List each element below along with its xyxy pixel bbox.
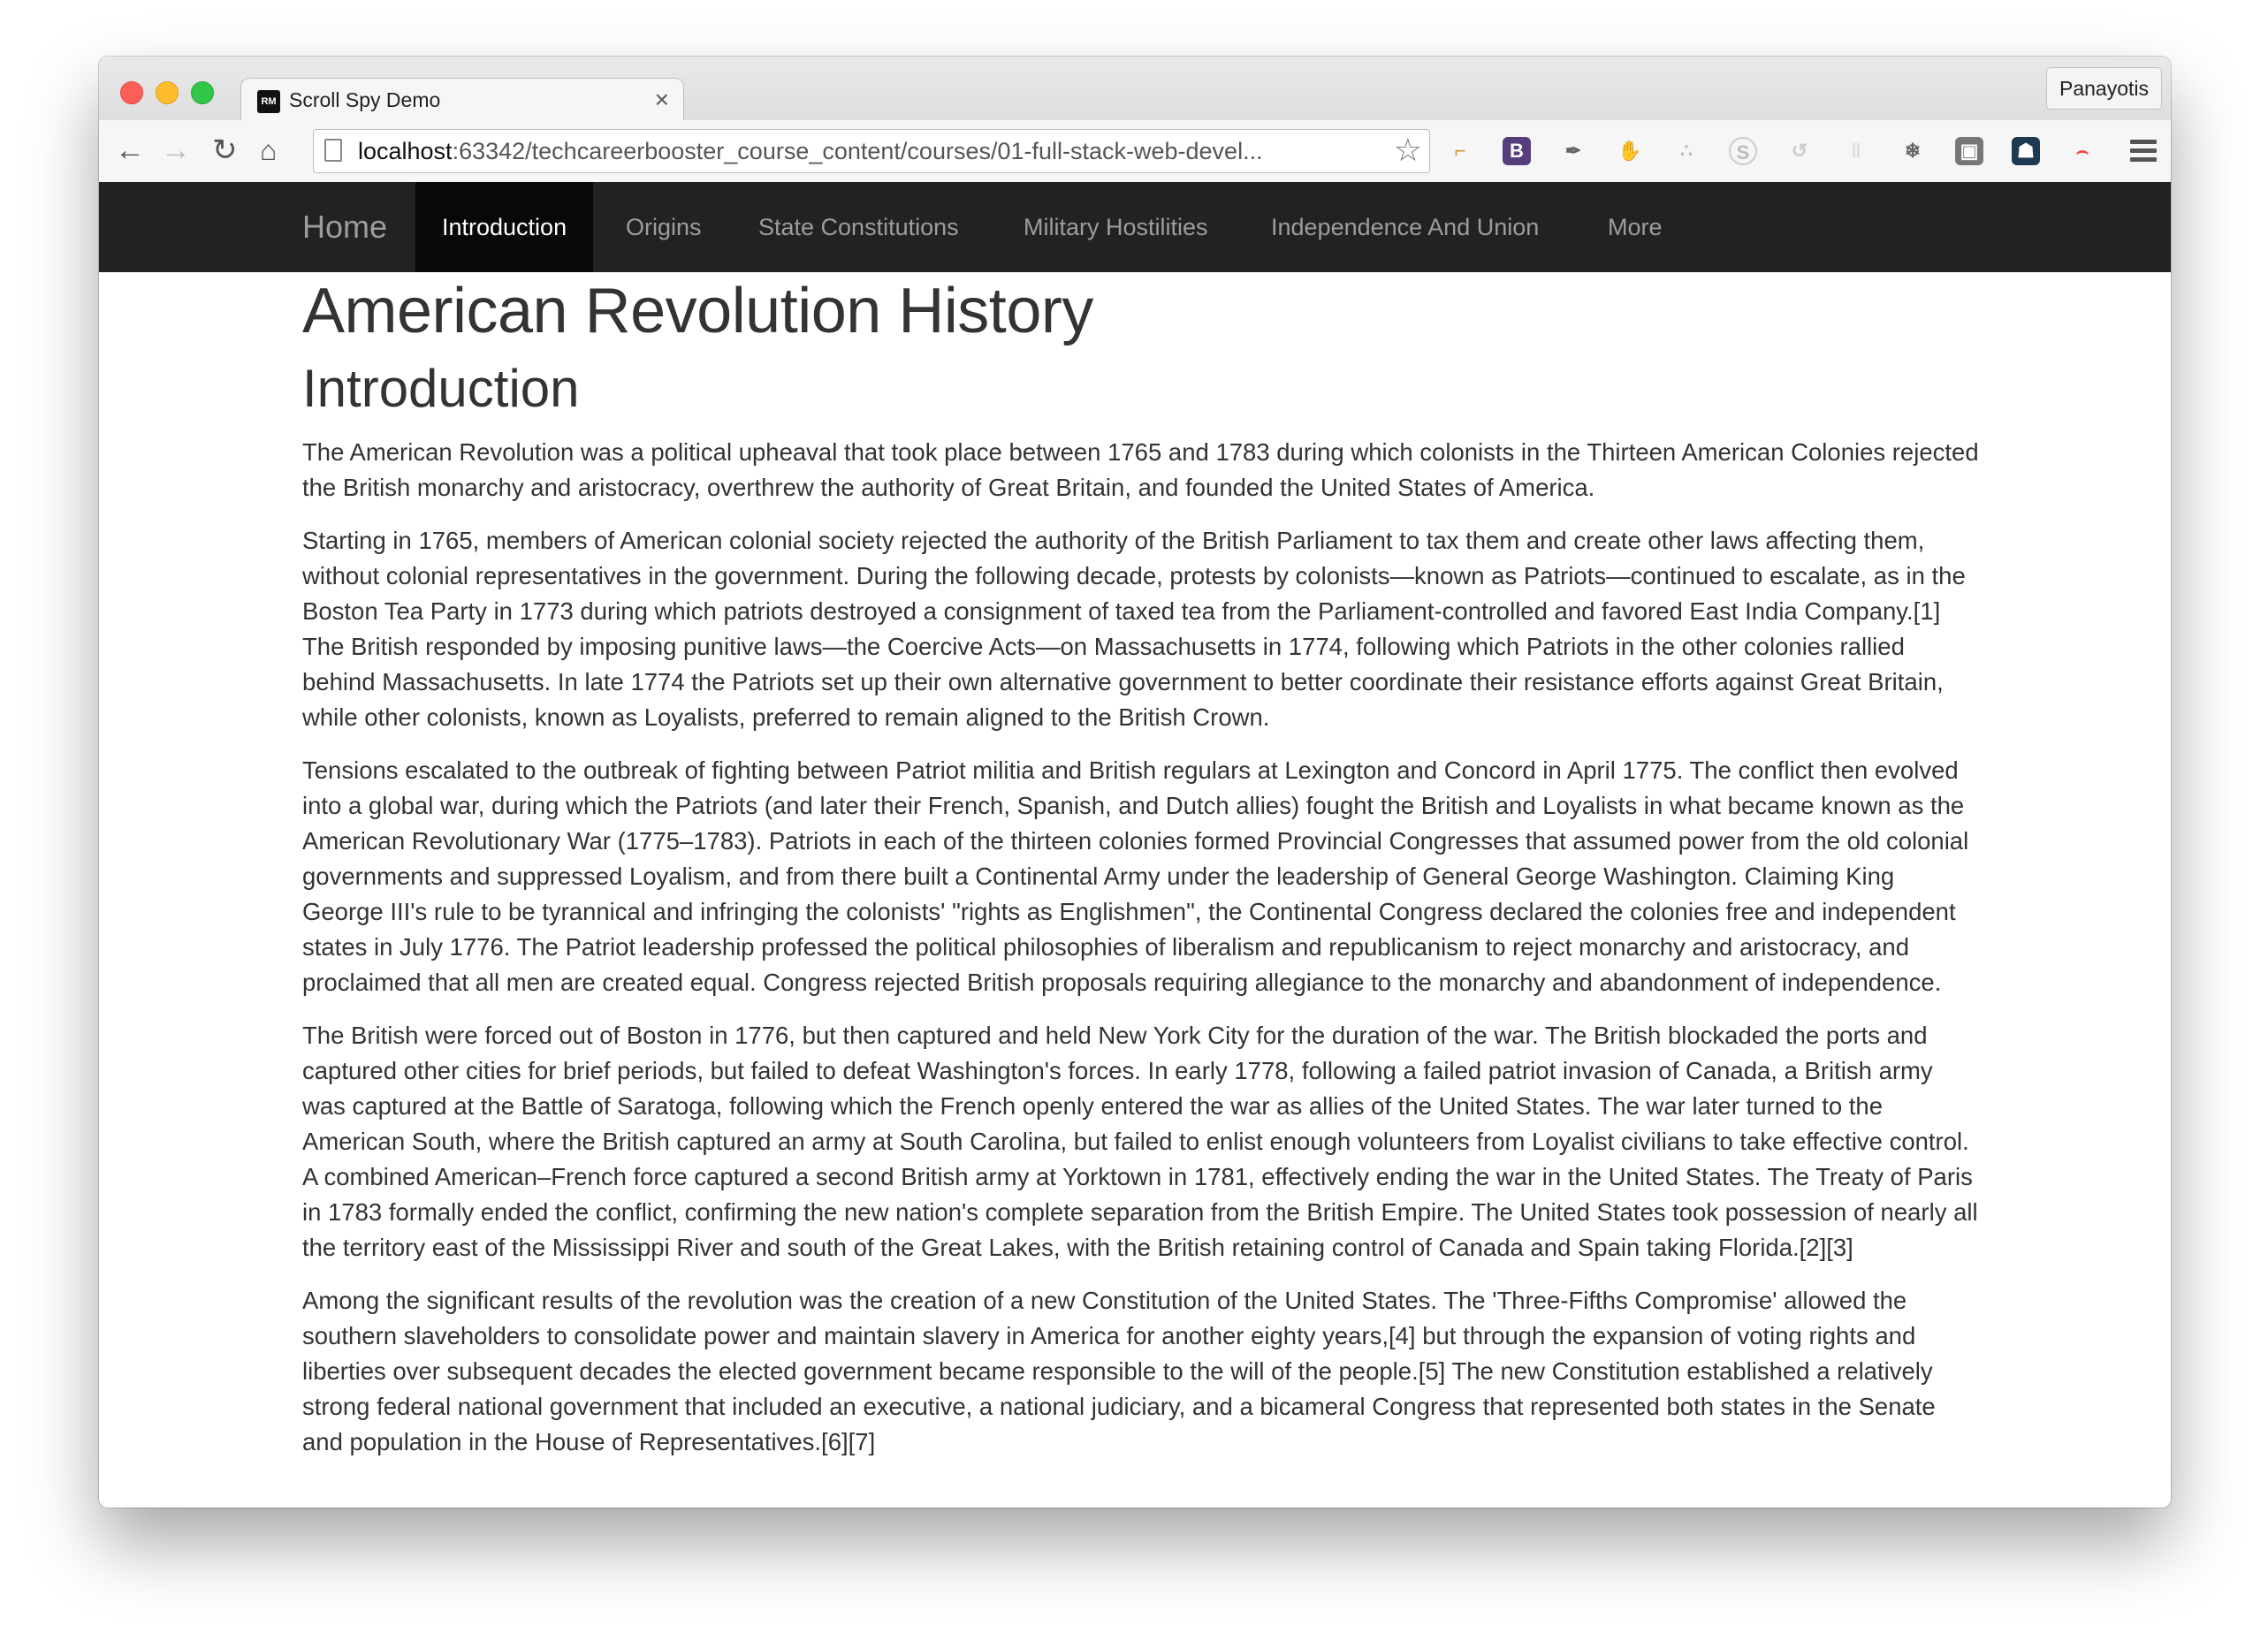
favicon-icon: RM — [257, 90, 280, 113]
url-path: :63342/techcareerbooster_course_content/… — [452, 138, 1263, 164]
page-icon — [324, 139, 342, 162]
tab-strip: RM Scroll Spy Demo × Panayotis — [99, 57, 2171, 123]
nav-item-state-constitutions[interactable]: State Constitutions — [732, 182, 986, 272]
menu-icon[interactable] — [2130, 140, 2157, 166]
bookmark-pin-icon[interactable]: ⌐ — [1446, 137, 1474, 165]
address-bar[interactable]: localhost:63342/techcareerbooster_course… — [313, 129, 1430, 173]
tab-close-icon[interactable]: × — [655, 86, 669, 114]
window-close-button[interactable] — [120, 81, 143, 104]
section-heading-introduction: Introduction — [302, 359, 580, 418]
browser-toolbar: ← → ↻ ⌂ localhost:63342/techcareerbooste… — [99, 120, 2171, 183]
network-icon[interactable]: ∴ — [1672, 137, 1701, 165]
paragraph: Among the significant results of the rev… — [302, 1287, 1936, 1455]
nav-item-more[interactable]: More — [1581, 182, 1689, 272]
home-icon[interactable]: ⌂ — [260, 131, 277, 170]
reload-icon[interactable]: ↻ — [212, 131, 238, 170]
nav-item-military-hostilities[interactable]: Military Hostilities — [997, 182, 1235, 272]
pause-icon[interactable]: ‖ — [1842, 137, 1870, 165]
url-host: localhost — [358, 138, 453, 164]
paragraph: The American Revolution was a political … — [302, 438, 1979, 501]
nav-item-introduction[interactable]: Introduction — [415, 182, 594, 272]
url-text: localhost:63342/techcareerbooster_course… — [358, 138, 1263, 165]
nav-item-origins[interactable]: Origins — [599, 182, 728, 272]
main-content: American Revolution History Introduction… — [302, 272, 1982, 1478]
forward-arrow-icon[interactable]: → — [161, 131, 191, 170]
eyedropper-icon[interactable]: ✒ — [1559, 137, 1587, 165]
navbar-brand-home[interactable]: Home — [302, 182, 387, 272]
paragraph: Starting in 1765, members of American co… — [302, 527, 1966, 731]
page-navbar: Home Introduction Origins State Constitu… — [99, 182, 2171, 272]
profile-button[interactable]: Panayotis — [2045, 67, 2162, 110]
evernote-icon[interactable]: ✋ — [1616, 137, 1644, 165]
skype-icon[interactable]: S — [1729, 137, 1757, 165]
bookmark-star-icon[interactable]: ☆ — [1394, 132, 1422, 169]
back-arrow-icon[interactable]: ← — [115, 131, 145, 170]
nav-item-independence-and-union[interactable]: Independence And Union — [1244, 182, 1565, 272]
window-zoom-button[interactable] — [191, 81, 214, 104]
paragraph: Tensions escalated to the outbreak of fi… — [302, 756, 1969, 996]
sync-icon[interactable]: ↺ — [1785, 137, 1814, 165]
page-title: American Revolution History — [302, 276, 1093, 346]
browser-window: RM Scroll Spy Demo × Panayotis ← → ↻ ⌂ l… — [99, 57, 2171, 1508]
shield-icon[interactable]: ▣ — [1955, 137, 1983, 165]
tab-scroll-spy-demo[interactable]: RM Scroll Spy Demo × — [240, 78, 684, 123]
bootstrap-icon[interactable]: B — [1503, 137, 1531, 165]
ghostery-icon[interactable]: ☗ — [2012, 137, 2040, 165]
rainbow-icon[interactable]: ⌢ — [2068, 137, 2097, 165]
tab-title: Scroll Spy Demo — [289, 88, 441, 111]
window-minimize-button[interactable] — [156, 81, 179, 104]
paragraphs: The American Revolution was a political … — [302, 435, 1982, 1460]
paragraph: The British were forced out of Boston in… — [302, 1022, 1978, 1261]
snowflake-icon[interactable]: ❄ — [1899, 137, 1927, 165]
